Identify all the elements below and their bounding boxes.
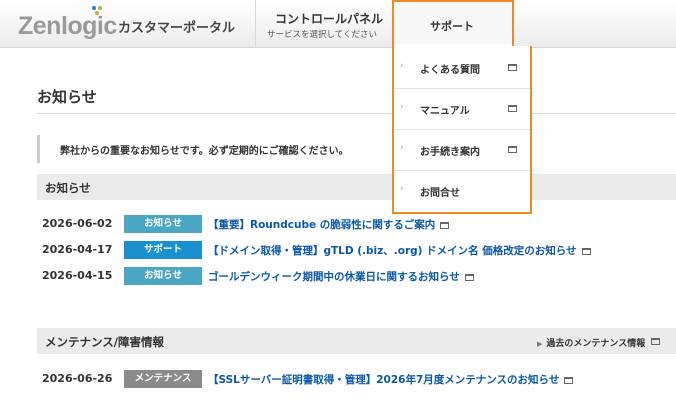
control-panel-title[interactable]: コントロールパネル <box>275 10 383 27</box>
new-window-icon <box>581 247 591 255</box>
new-window-icon <box>564 376 574 384</box>
top-header: Zenlogic カスタマーポータル コントロールパネル サービスを選択してくだ… <box>0 0 676 48</box>
new-window-icon <box>464 273 474 281</box>
menu-item-label: お問合せ <box>420 188 460 199</box>
news-link[interactable]: ゴールデンウィーク期間中の休業日に関するお知らせ <box>208 269 474 284</box>
category-badge: お知らせ <box>124 215 202 233</box>
header-divider <box>255 0 256 48</box>
chevron-right-icon: › <box>400 61 404 71</box>
support-item-faq[interactable]: › よくある質問 <box>394 48 530 89</box>
section-title: お知らせ <box>45 181 91 195</box>
chevron-right-icon: › <box>400 102 404 112</box>
news-link[interactable]: 【SSLサーバー証明書取得・管理】2026年7月度メンテナンスのお知らせ <box>208 372 574 387</box>
menu-item-label: よくある質問 <box>420 65 480 76</box>
menu-item-label: お手続き案内 <box>420 147 480 158</box>
menu-join <box>394 44 512 48</box>
category-badge: メンテナンス <box>124 370 202 388</box>
section-title: メンテナンス/障害情報 <box>45 335 164 349</box>
news-date: 2026-06-26 <box>42 372 113 385</box>
important-notice: 弊社からの重要なお知らせです。必ず定期的にご確認ください。 <box>37 135 676 163</box>
news-date: 2026-04-15 <box>42 269 113 282</box>
category-badge: お知らせ <box>124 267 202 285</box>
maintenance-section-header: メンテナンス/障害情報 ▶ 過去のメンテナンス情報 <box>37 328 676 354</box>
notice-text: 弊社からの重要なお知らせです。必ず定期的にご確認ください。 <box>60 146 349 157</box>
new-window-icon <box>508 146 517 153</box>
support-dropdown: › よくある質問 › マニュアル › お手続き案内 › お問合せ <box>392 46 532 214</box>
news-date: 2026-06-02 <box>42 217 113 230</box>
news-section-header: お知らせ <box>37 174 676 200</box>
new-window-icon <box>508 105 517 112</box>
chevron-right-icon: › <box>400 143 404 153</box>
portal-title: カスタマーポータル <box>118 21 236 36</box>
page-title: お知らせ <box>37 88 97 106</box>
logo-dots-icon <box>92 6 108 18</box>
news-date: 2026-04-17 <box>42 243 113 256</box>
chevron-right-icon: › <box>400 184 404 194</box>
support-item-manual[interactable]: › マニュアル <box>394 89 530 130</box>
new-window-icon <box>651 338 660 345</box>
news-link[interactable]: 【重要】Roundcube の脆弱性に関するご案内 <box>208 217 450 232</box>
title-divider <box>37 113 676 114</box>
new-window-icon <box>508 64 517 71</box>
menu-item-label: マニュアル <box>420 106 470 117</box>
control-panel-subtitle: サービスを選択してください <box>267 30 377 40</box>
support-item-contact[interactable]: › お問合せ <box>394 171 530 212</box>
support-tab-label: サポート <box>430 20 474 33</box>
support-item-procedures[interactable]: › お手続き案内 <box>394 130 530 171</box>
support-tab[interactable]: サポート <box>392 0 514 48</box>
new-window-icon <box>440 221 450 229</box>
arrow-right-icon: ▶ <box>537 340 543 348</box>
category-badge: サポート <box>124 241 202 259</box>
past-maintenance-link[interactable]: ▶ 過去のメンテナンス情報 <box>537 336 645 349</box>
news-link[interactable]: 【ドメイン取得・管理】gTLD (.biz、.org) ドメイン名 価格改定のお… <box>208 243 591 258</box>
